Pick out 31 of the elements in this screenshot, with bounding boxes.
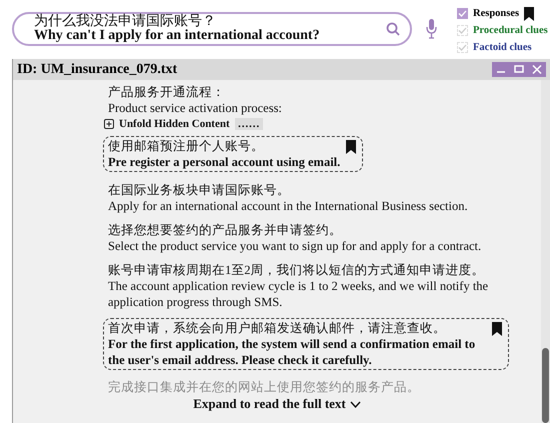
english-text: Select the product service you want to sign up for and apply for a contract.: [108, 238, 482, 254]
query-text: 为什么我没法申请国际账号？: [34, 15, 217, 29]
checkbox[interactable]: [457, 25, 468, 36]
chinese-text: 产品服务开通流程：: [108, 84, 226, 100]
chinese-text: 首次申请，系统会向用户邮箱发送确认邮件，请注意查收。: [108, 320, 447, 336]
ellipsis-text: ……: [234, 118, 263, 130]
query-translation: Why can't I apply for an international account?: [34, 29, 321, 43]
chinese-text: 账号申请审核周期在1至2周，我们将以短信的方式通知申请进度。: [108, 262, 486, 278]
window-title: ID: UM_insurance_079.txt: [17, 62, 178, 78]
english-text: The account application review cycle is 1 to 2 weeks, and we will notify the application progress through SMS.: [108, 278, 490, 310]
expand-button[interactable]: Expand to read the full text: [193, 396, 361, 412]
search-icon[interactable]: [386, 22, 400, 36]
chinese-text: 选择您想要签约的产品服务并申请签约。: [108, 222, 343, 238]
faded-text: 完成接口集成并在您的网站上使用您签约的服务产品。: [108, 380, 420, 395]
legend-label: Factoid clues: [473, 42, 532, 53]
english-text: For the first application, the system will send a confirmation email to the user's email address. Please check it carefully.: [108, 336, 476, 368]
checkbox[interactable]: [457, 42, 468, 53]
legend-label: Responses: [473, 8, 520, 19]
plus-box-icon: [104, 119, 114, 129]
microphone-icon[interactable]: [426, 19, 437, 39]
english-text: Pre register a personal account using email.: [108, 154, 340, 170]
english-text: Product service activation process:: [108, 100, 282, 116]
chevron-icon: [350, 400, 361, 408]
chinese-text: 使用邮箱预注册个人账号。: [108, 138, 265, 154]
checkbox[interactable]: [457, 8, 468, 19]
scrollbar[interactable]: [541, 80, 550, 423]
search-field[interactable]: 为什么我没法申请国际账号？ Why can't I apply for an international account?: [12, 12, 412, 46]
english-text: Apply for an international account in the International Business section.: [108, 198, 468, 214]
legend-label: Procedural clues: [473, 25, 548, 36]
unfold-button[interactable]: Unfold Hidden Content ……: [104, 116, 263, 132]
chinese-text: 在国际业务板块申请国际账号。: [108, 182, 291, 198]
